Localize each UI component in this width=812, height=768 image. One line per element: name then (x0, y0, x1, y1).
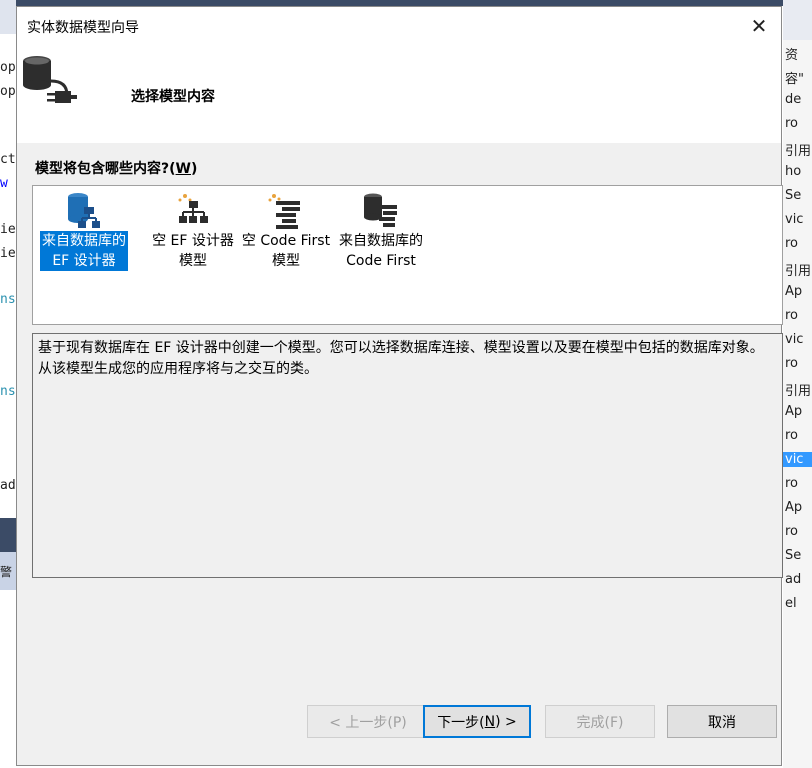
next-button[interactable]: 下一步(N) > (423, 705, 531, 738)
list-item-empty-ef-designer[interactable]: 空 EF 设计器 模型 (145, 190, 241, 274)
solution-explorer-item[interactable]: ro (785, 428, 798, 443)
solution-explorer-item[interactable]: ro (785, 476, 798, 491)
solution-explorer-item[interactable]: 引用 (785, 380, 811, 399)
error-list-header (0, 518, 16, 552)
solution-explorer-item[interactable]: ro (785, 116, 798, 131)
item-label: 来自数据库的 Code First (339, 233, 423, 269)
solution-explorer-item[interactable]: vic (783, 452, 812, 467)
solution-explorer-item[interactable]: ho (785, 164, 801, 179)
solution-explorer-item[interactable]: ro (785, 308, 798, 323)
solution-explorer-item[interactable]: 引用 (785, 260, 811, 279)
empty-designer-icon (178, 194, 208, 223)
solution-explorer-item[interactable]: Ap (785, 404, 802, 419)
code-line: ie (0, 246, 16, 261)
solution-explorer-item[interactable]: ro (785, 524, 798, 539)
solution-explorer-item[interactable]: Ap (785, 284, 802, 299)
question-label: 模型将包含哪些内容?(W) (35, 161, 198, 177)
list-item-ef-designer-from-database[interactable]: 来自数据库的 EF 设计器 (36, 190, 132, 274)
code-line: ns (0, 292, 16, 307)
list-item-empty-code-first[interactable]: 空 Code First 模型 (238, 190, 334, 274)
background-solution-explorer: 资容" de ro 引用 ho Se vic ro 引用 Ap ro vic ro 引用 Ap ro vic ro… (783, 0, 812, 768)
solution-explorer-item[interactable]: 资 (785, 44, 798, 63)
close-button[interactable]: ✕ (737, 7, 781, 45)
code-line: ad (0, 478, 16, 493)
item-label: 空 EF 设计器 模型 (152, 233, 234, 269)
list-item-code-first-from-database[interactable]: 来自数据库的 Code First (333, 190, 429, 274)
solution-explorer-item[interactable]: 引用 (785, 140, 811, 159)
solution-explorer-item[interactable]: ro (785, 236, 798, 251)
solution-explorer-item[interactable]: vic (785, 212, 803, 227)
solution-explorer-item[interactable]: de (785, 92, 801, 107)
database-designer-icon (68, 193, 100, 228)
code-line: op (0, 84, 16, 99)
code-line: op (0, 60, 16, 75)
database-code-first-icon (364, 193, 397, 227)
close-icon: ✕ (750, 14, 768, 38)
item-label: 空 Code First 模型 (241, 233, 331, 269)
solution-explorer-item[interactable]: 容" (785, 68, 804, 87)
wizard-header: 选择模型内容 (17, 45, 781, 143)
solution-explorer-item[interactable]: vic (785, 332, 803, 347)
background-code-editor: op op ct w ie ie ns ns ad 警 (0, 0, 16, 768)
solution-explorer-header (783, 0, 812, 40)
solution-explorer-item[interactable]: Ap (785, 500, 802, 515)
solution-explorer-item[interactable]: ro (785, 356, 798, 371)
solution-explorer-item[interactable]: el (785, 596, 797, 611)
finish-button[interactable]: 完成(F) (545, 705, 655, 738)
empty-code-first-icon (268, 194, 300, 229)
error-list-label: 警 (0, 565, 13, 579)
code-line: ie (0, 222, 16, 237)
model-content-list[interactable]: 来自数据库的 EF 设计器 空 EF 设计器 模型 空 Code First 模… (32, 185, 783, 325)
dialog-title: 实体数据模型向导 (27, 20, 139, 36)
editor-toolbar (0, 0, 16, 34)
description-box: 基于现有数据库在 EF 设计器中创建一个模型。您可以选择数据库连接、模型设置以及… (32, 333, 783, 578)
database-plug-icon (23, 56, 77, 103)
dialog-titlebar: 实体数据模型向导 ✕ (17, 7, 781, 45)
entity-data-model-wizard: 实体数据模型向导 ✕ 选择模型内容 模型将包含哪些内容?(W) 来自数据库的 E… (16, 6, 783, 766)
solution-explorer-item[interactable]: ad (785, 572, 801, 587)
solution-explorer-item[interactable]: Se (785, 188, 801, 203)
code-line: ct (0, 152, 16, 167)
code-line: w (0, 176, 8, 191)
code-line: ns (0, 384, 16, 399)
item-label: 来自数据库的 EF 设计器 (40, 231, 128, 271)
cancel-button[interactable]: 取消 (667, 705, 777, 738)
solution-explorer-item[interactable]: Se (785, 548, 801, 563)
prev-button[interactable]: < 上一步(P) (307, 705, 429, 738)
page-title: 选择模型内容 (131, 89, 215, 105)
